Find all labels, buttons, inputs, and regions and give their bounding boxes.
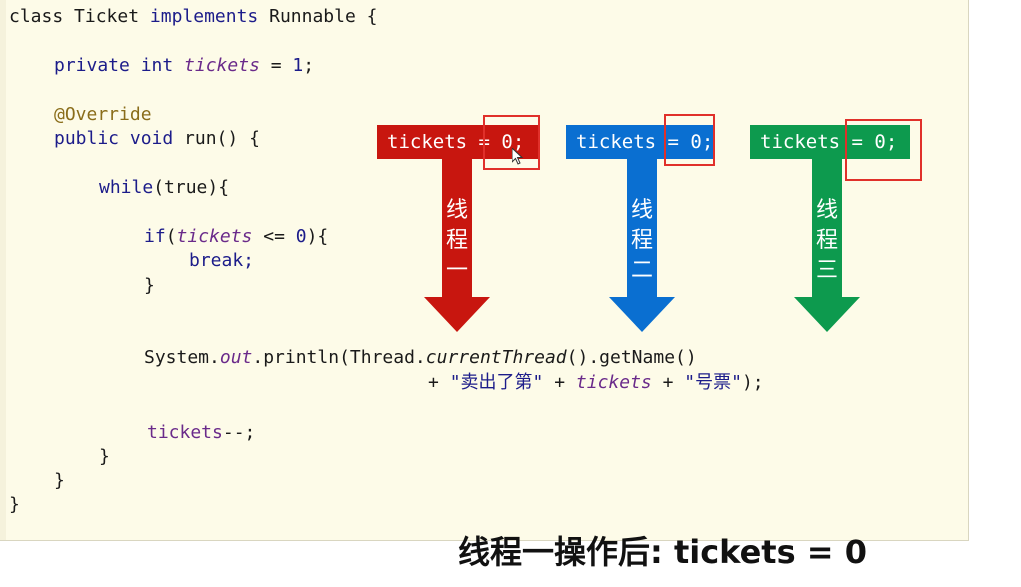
code-text: --; [222, 422, 256, 443]
code-text: ().getName() [566, 347, 697, 368]
label-char: 程 [630, 228, 653, 253]
code-field: tickets [184, 55, 260, 76]
thread2-label: 线 程 二 [622, 196, 662, 286]
code-line-close-while: } [99, 446, 110, 467]
code-line-close-run: } [54, 470, 65, 491]
code-string: "号票" [684, 372, 742, 393]
code-keyword: public void [54, 128, 185, 149]
code-line-if: if(tickets <= 0){ [144, 226, 328, 248]
code-keyword: if [144, 226, 166, 247]
code-line-close-if: } [144, 275, 155, 296]
code-keyword: implements [149, 6, 259, 27]
code-line-println: System.out.println(Thread.currentThread(… [144, 347, 697, 369]
label-char: 二 [630, 258, 653, 283]
code-line-run-decl: public void run() { [54, 128, 260, 150]
code-number: 0 [295, 226, 307, 247]
code-keyword: private int [54, 55, 185, 76]
slide: class Ticket implements Runnable { priva… [0, 0, 969, 541]
label-char: 线 [815, 198, 838, 223]
code-line-annotation: @Override [54, 104, 152, 125]
code-number: 1 [292, 55, 304, 76]
code-text: run() { [184, 128, 260, 149]
code-text: = [259, 55, 293, 76]
code-line-field-decl: private int tickets = 1; [54, 55, 314, 77]
mouse-cursor-icon [512, 148, 524, 165]
code-text: <= [252, 226, 296, 247]
label-char: 程 [815, 228, 838, 253]
code-field: out [219, 347, 253, 368]
code-text: ( [165, 226, 177, 247]
code-text: (true){ [153, 177, 230, 198]
code-line-class-decl: class Ticket implements Runnable { [9, 6, 377, 28]
label-char: 程 [445, 228, 468, 253]
label-char: 线 [445, 198, 468, 223]
code-field: tickets [575, 372, 652, 393]
code-text: ); [741, 372, 764, 393]
code-line-close-class: } [9, 494, 20, 515]
code-text: Runnable { [258, 6, 378, 27]
code-text: + [428, 372, 450, 393]
code-text: .println(Thread. [252, 347, 426, 368]
code-field: tickets [147, 422, 223, 443]
code-keyword: while [99, 177, 154, 198]
code-text: System. [144, 347, 220, 368]
label-char: 一 [445, 258, 468, 283]
thread1-label: 线 程 一 [437, 196, 477, 286]
slide-edge [0, 0, 6, 540]
code-line-println-args: + "卖出了第" + tickets + "号票"); [428, 372, 764, 394]
thread3-label: 线 程 三 [807, 196, 847, 286]
code-text: class Ticket [9, 6, 150, 27]
code-text: ){ [306, 226, 329, 247]
code-field: tickets [176, 226, 253, 247]
code-text: ; [303, 55, 315, 76]
code-text: + [543, 372, 576, 393]
label-char: 三 [815, 258, 838, 283]
caption-subtitle: 线程一操作后: tickets = 0 [458, 533, 868, 571]
code-text: + [651, 372, 685, 393]
label-char: 线 [630, 198, 653, 223]
code-line-while: while(true){ [99, 177, 229, 199]
code-string: "卖出了第" [449, 372, 544, 393]
code-line-break: break; [189, 250, 255, 271]
code-line-decrement: tickets--; [147, 422, 255, 444]
code-method: currentThread [425, 347, 567, 368]
